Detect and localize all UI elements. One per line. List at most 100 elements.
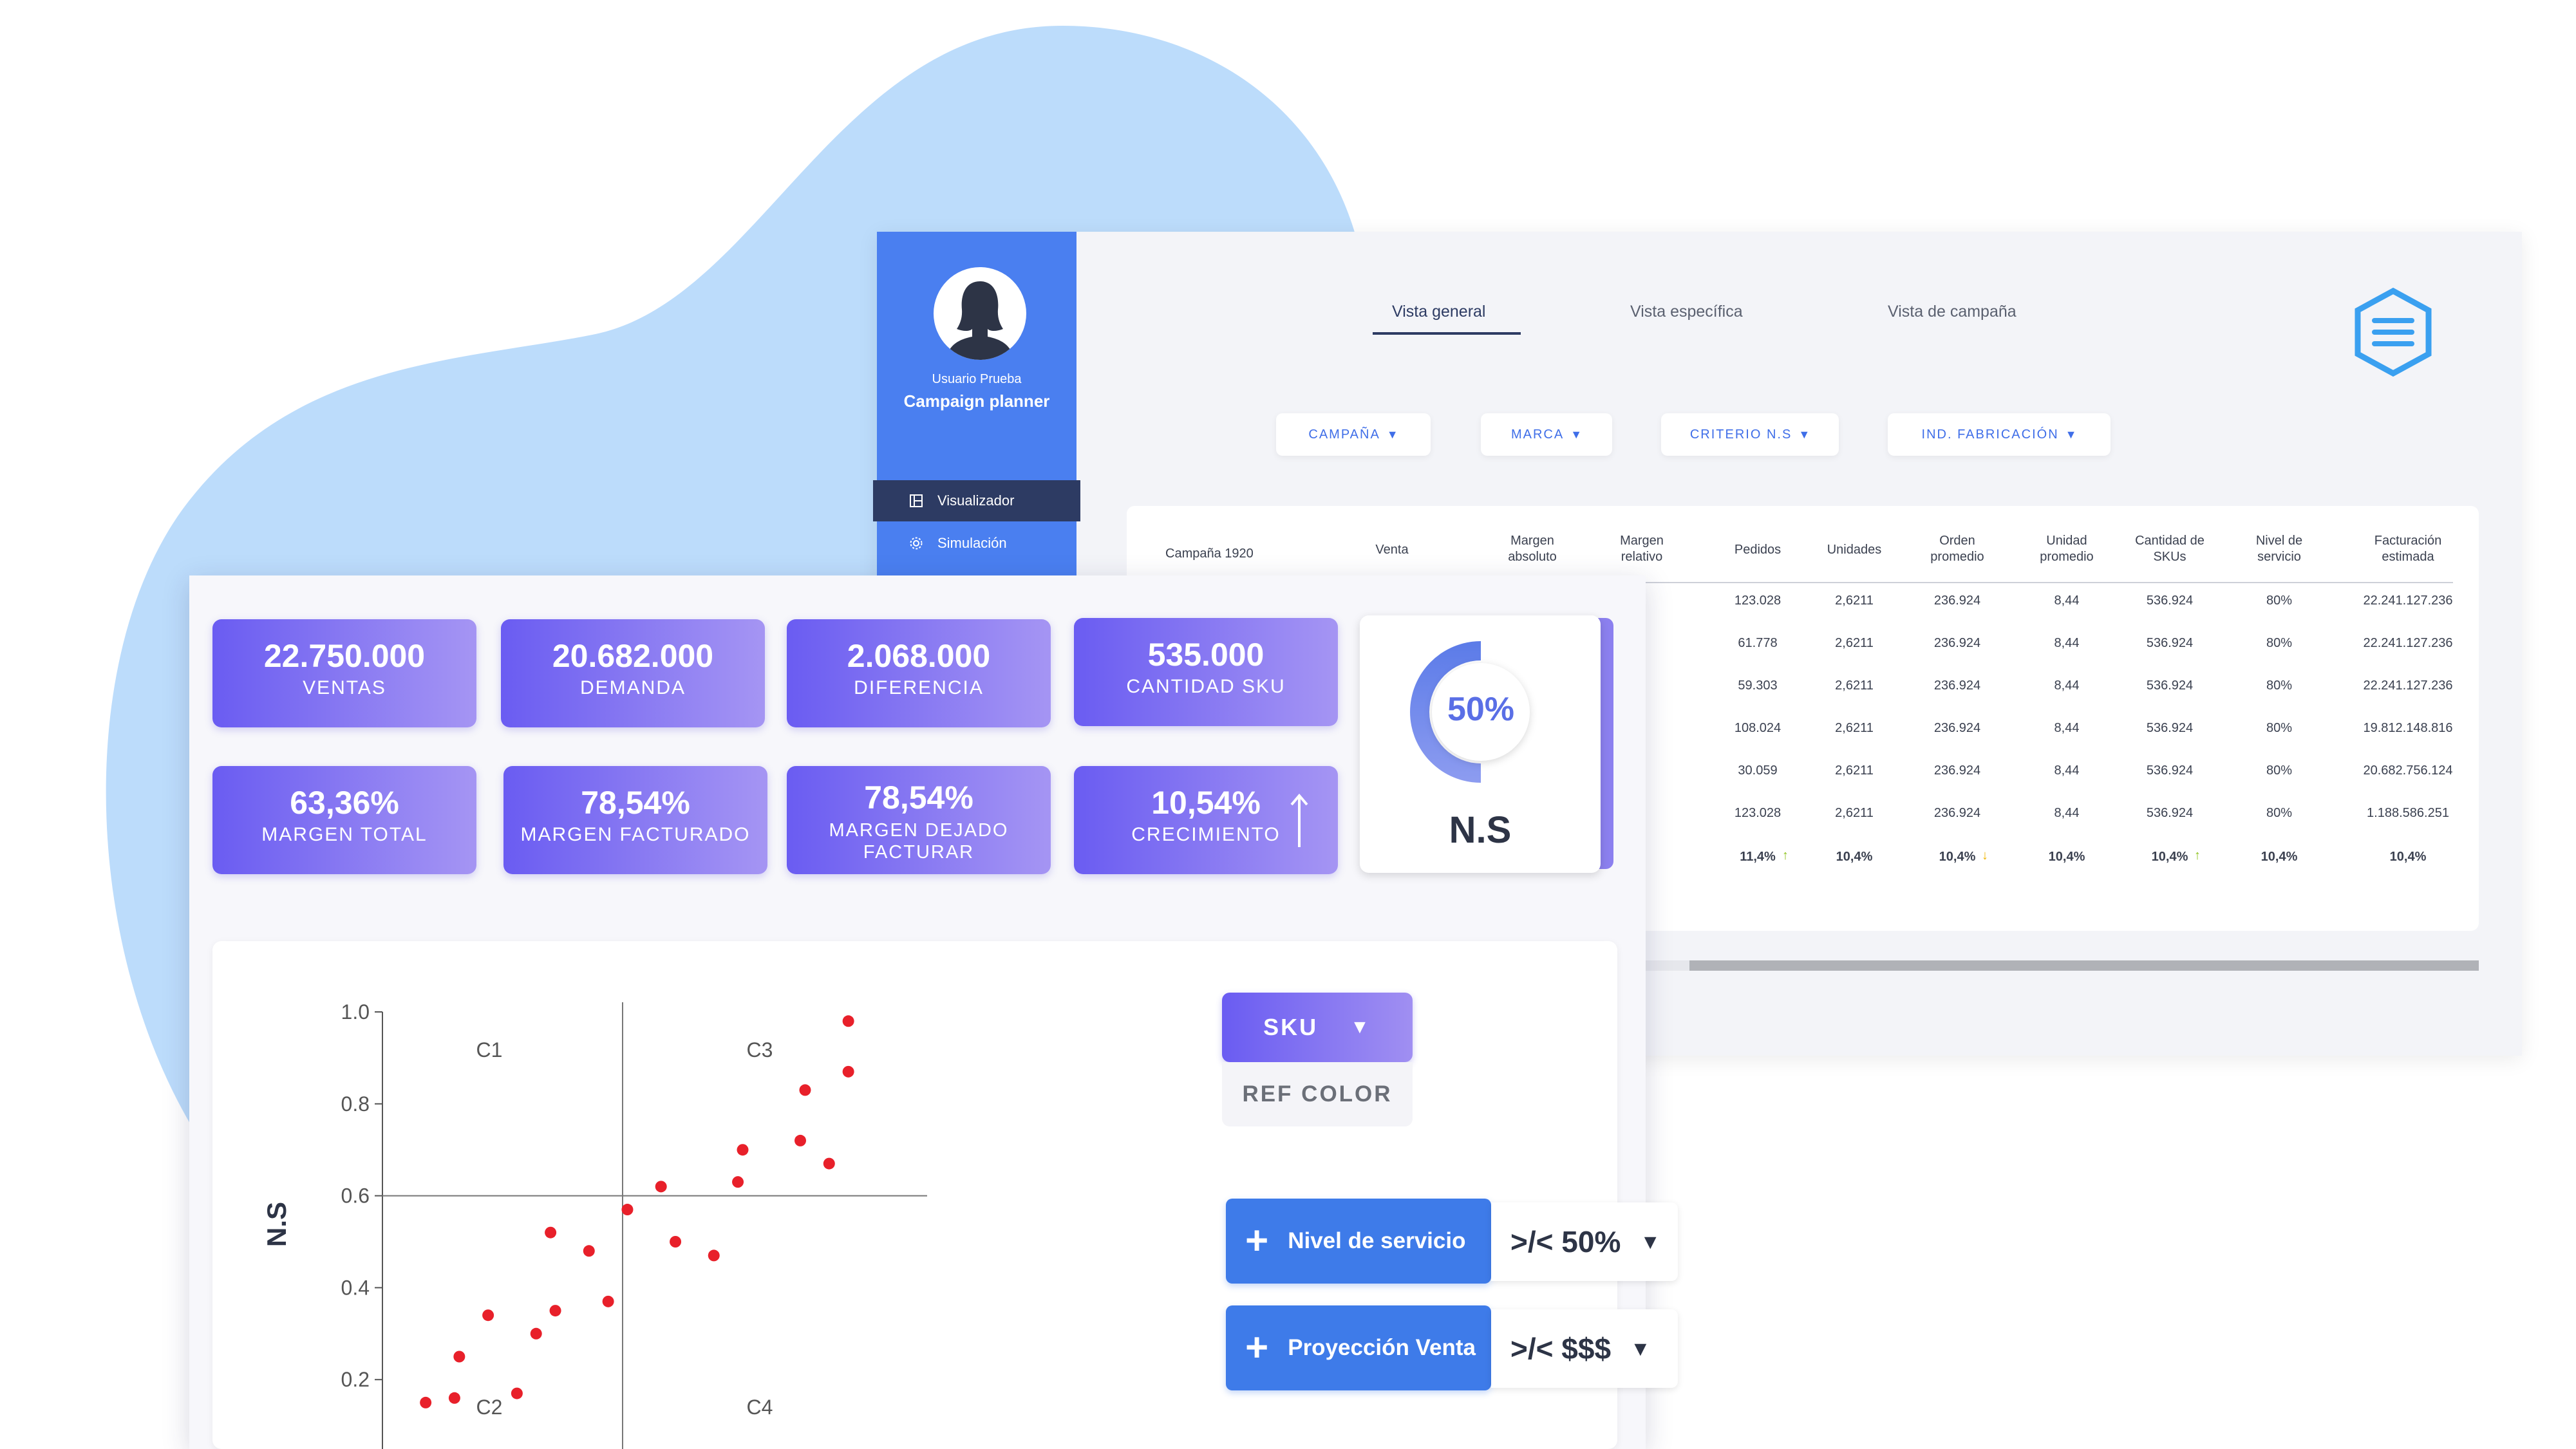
kpi-cantidad-sku[interactable]: 535.000 CANTIDAD SKU <box>1074 618 1338 726</box>
kpi-ventas[interactable]: 22.750.000 VENTAS <box>212 619 476 727</box>
trend-up-icon: ↑ <box>1782 848 1789 863</box>
filter-campana[interactable]: CAMPAÑA ▼ <box>1276 413 1431 456</box>
sidebar-item-label: Simulación <box>937 535 1007 551</box>
table-cell: 80% <box>2266 636 2293 650</box>
criteria-row-proyeccion-venta: + Proyección Venta >/< $$$ ▼ <box>1226 1305 1678 1390</box>
arrow-up-icon <box>1290 793 1308 847</box>
caret-down-icon: ▼ <box>1630 1336 1651 1360</box>
kpi-label: VENTAS <box>303 677 386 698</box>
table-total-cell: 10,4% <box>2389 850 2427 864</box>
filter-label: IND. FABRICACIÓN <box>1921 427 2059 442</box>
kpi-value: 20.682.000 <box>552 638 714 674</box>
scatter-point <box>670 1236 682 1248</box>
table-header-cell[interactable]: Venta <box>1353 542 1431 558</box>
table-cell: 22.241.127.236 <box>2363 636 2453 650</box>
table-header-cell[interactable]: Unidades <box>1816 542 1893 558</box>
ref-color-option[interactable]: REF COLOR <box>1222 1062 1413 1126</box>
quadrant-label: C4 <box>747 1396 773 1419</box>
filter-label: CAMPAÑA <box>1308 427 1380 442</box>
nivel-servicio-value-select[interactable]: >/< 50% ▼ <box>1491 1202 1678 1281</box>
scatter-point <box>823 1157 835 1170</box>
dashboard-icon <box>909 494 923 508</box>
kpi-label: DEMANDA <box>579 677 686 698</box>
filter-marca[interactable]: MARCA ▼ <box>1481 413 1612 456</box>
scatter-point <box>655 1181 667 1193</box>
kpi-label: MARGEN TOTAL <box>261 824 428 845</box>
table-cell: 80% <box>2266 594 2293 608</box>
service-level-label: N.S <box>1449 809 1512 851</box>
kpi-margen-total[interactable]: 63,36% MARGEN TOTAL <box>212 766 476 874</box>
table-header-cell[interactable]: Margen relativo <box>1603 533 1680 565</box>
sidebar-item-visualizador[interactable]: Visualizador <box>873 480 1080 521</box>
tab-vista-general[interactable]: Vista general <box>1373 303 1521 335</box>
gear-icon <box>909 536 923 550</box>
add-nivel-servicio-button[interactable]: + Nivel de servicio <box>1226 1199 1491 1284</box>
caret-down-icon: ▼ <box>1350 1016 1371 1038</box>
tab-vista-de-campana[interactable]: Vista de campaña <box>1888 303 2017 321</box>
table-header-cell[interactable]: Orden promedio <box>1912 533 2002 565</box>
tab-label: Vista de campaña <box>1888 303 2017 321</box>
kpi-crecimiento[interactable]: 10,54% CRECIMIENTO <box>1074 766 1338 874</box>
y-tick-label: 0.2 <box>341 1368 370 1391</box>
scatter-point <box>583 1245 595 1257</box>
filter-ind-fabricacion[interactable]: IND. FABRICACIÓN ▼ <box>1888 413 2111 456</box>
scatter-point <box>794 1134 807 1146</box>
scatter-point <box>420 1396 432 1408</box>
table-cell: 1.188.586.251 <box>2367 806 2449 820</box>
caret-down-icon: ▼ <box>1640 1229 1661 1253</box>
table-cell: 80% <box>2266 678 2293 693</box>
quadrant-label: C3 <box>747 1038 773 1061</box>
kpi-label: MARGEN DEJADO FACTURAR <box>829 820 1009 863</box>
table-header-cell[interactable]: Unidad promedio <box>2022 533 2112 565</box>
criteria-value: >/< $$$ <box>1510 1332 1612 1365</box>
table-cell: 22.241.127.236 <box>2363 678 2453 693</box>
scatter-point <box>448 1392 460 1404</box>
kpi-value: 78,54% <box>581 785 690 821</box>
tab-label: Vista general <box>1392 303 1486 321</box>
table-header-cell[interactable]: Nivel de servicio <box>2234 533 2324 565</box>
sidebar-user-name: Usuario Prueba <box>932 372 1022 386</box>
table-cell: 22.241.127.236 <box>2363 594 2453 608</box>
table-header-cell[interactable]: Facturación estimada <box>2344 533 2472 565</box>
horizontal-scrollbar-thumb[interactable] <box>1689 960 2479 971</box>
kpi-margen-dejado-facturar[interactable]: 78,54% MARGEN DEJADO FACTURAR <box>787 766 1051 874</box>
scatter-point <box>511 1387 523 1399</box>
sidebar: Usuario Prueba Campaign planner Visualiz… <box>873 232 1080 579</box>
proyeccion-venta-value-select[interactable]: >/< $$$ ▼ <box>1491 1309 1678 1388</box>
caret-down-icon: ▼ <box>1798 427 1810 441</box>
app-logo-icon <box>2355 287 2432 377</box>
quadrant-label: C1 <box>476 1038 503 1061</box>
table-header-cell[interactable]: Campaña 1920 <box>1165 546 1294 562</box>
kpi-label: CANTIDAD SKU <box>1126 676 1286 697</box>
kpi-value: 535.000 <box>1147 637 1264 673</box>
table-header-cell[interactable]: Pedidos <box>1719 542 1796 558</box>
kpi-demanda[interactable]: 20.682.000 DEMANDA <box>501 619 765 727</box>
kpi-diferencia[interactable]: 2.068.000 DIFERENCIA <box>787 619 1051 727</box>
table-cell: 80% <box>2266 806 2293 820</box>
scatter-point <box>737 1144 749 1156</box>
sidebar-item-simulacion[interactable]: Simulación <box>873 523 1080 564</box>
trend-up-icon: ↑ <box>2194 848 2201 863</box>
scatter-point <box>842 1065 854 1078</box>
user-avatar[interactable] <box>934 267 1026 360</box>
kpi-value: 78,54% <box>864 780 973 816</box>
table-header-cell[interactable]: Margen absoluto <box>1484 533 1581 565</box>
sku-dropdown[interactable]: SKU ▼ <box>1222 993 1413 1062</box>
service-level-card[interactable]: 50% N.S <box>1360 615 1601 873</box>
scatter-point <box>453 1351 465 1363</box>
criteria-value: >/< 50% <box>1510 1225 1621 1258</box>
add-proyeccion-venta-button[interactable]: + Proyección Venta <box>1226 1305 1491 1390</box>
kpi-margen-facturado[interactable]: 78,54% MARGEN FACTURADO <box>503 766 767 874</box>
tab-vista-especifica[interactable]: Vista específica <box>1630 303 1743 321</box>
plus-icon: + <box>1245 1219 1269 1263</box>
filter-criterio-ns[interactable]: CRITERIO N.S ▼ <box>1661 413 1839 456</box>
kpi-label: DIFERENCIA <box>854 677 984 698</box>
front-dashboard-window: 22.750.000 VENTAS 20.682.000 DEMANDA 2.0… <box>189 575 1678 1449</box>
scatter-point <box>621 1204 634 1216</box>
y-tick-label: 1.0 <box>341 1000 370 1024</box>
scatter-point <box>602 1295 614 1307</box>
kpi-value: 2.068.000 <box>847 638 991 674</box>
table-header-cell[interactable]: Cantidad de SKUs <box>2125 533 2215 565</box>
scatter-point <box>799 1084 811 1096</box>
scatter-point <box>732 1176 744 1188</box>
